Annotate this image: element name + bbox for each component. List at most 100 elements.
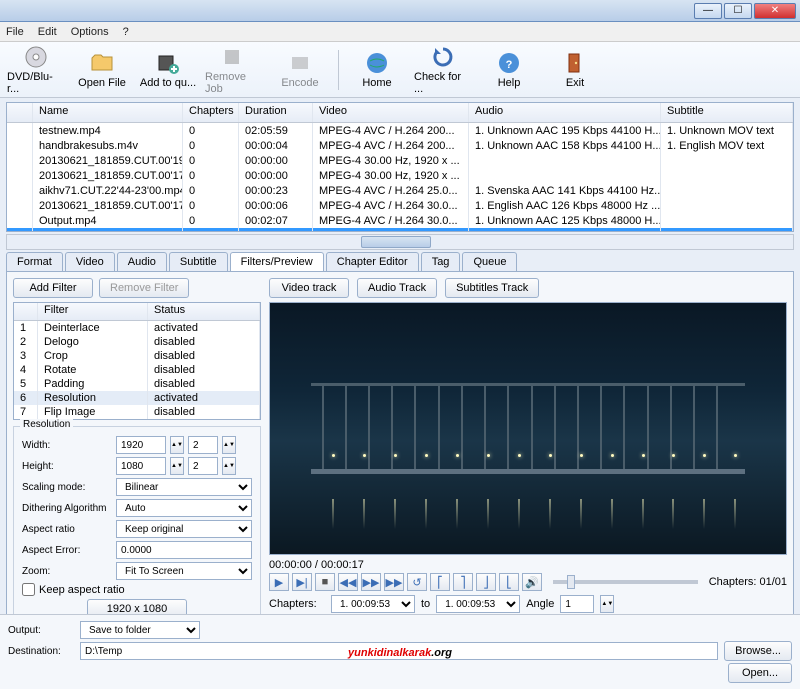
window-minimize-button[interactable]: — [694,3,722,19]
remove-label: Remove Job [205,71,263,95]
subtitles-track-button[interactable]: Subtitles Track [445,278,539,298]
col-subtitle[interactable]: Subtitle [661,103,793,122]
tab-audio[interactable]: Audio [117,252,167,271]
tab-filters-preview[interactable]: Filters/Preview [230,252,324,271]
height-input[interactable] [116,457,166,475]
height-spinner[interactable]: ▲▼ [170,457,184,475]
filter-row[interactable]: 3Cropdisabled [14,349,260,363]
disc-icon [24,45,48,69]
dvd-label: DVD/Blu-r... [7,71,65,95]
next-frame-button[interactable]: ▶| [292,573,312,591]
rewind-button[interactable]: ◀◀ [338,573,358,591]
tab-queue[interactable]: Queue [462,252,517,271]
file-list-scrollbar[interactable] [6,234,794,250]
width-spinner[interactable]: ▲▼ [170,436,184,454]
skip-back-button[interactable]: ⎦ [476,573,496,591]
col-name[interactable]: Name [33,103,183,122]
home-label: Home [362,77,391,89]
mark-out-button[interactable]: ⎤ [453,573,473,591]
exit-button[interactable]: Exit [545,46,605,94]
file-row[interactable]: videocut.mkv100:00:17MPEG-4 AVC / H.264 … [7,228,793,232]
mark-in-button[interactable]: ⎡ [430,573,450,591]
file-row[interactable]: 20130621_181859.CUT.00'19-00'2...000:00:… [7,153,793,168]
col-chapters[interactable]: Chapters [183,103,239,122]
filter-row[interactable]: 2Delogodisabled [14,335,260,349]
add-to-queue-button[interactable]: Add to qu... [138,46,198,94]
destination-label: Destination: [8,646,74,657]
file-row[interactable]: aikhv71.CUT.22'44-23'00.mp4000:00:23MPEG… [7,183,793,198]
menu-edit[interactable]: Edit [38,26,57,38]
angle-input[interactable] [560,595,594,613]
zoom-select[interactable]: Fit To Screen [116,562,252,580]
destination-input[interactable] [80,642,718,660]
audio-button[interactable]: 🔊 [522,573,542,591]
fcol-index[interactable] [14,303,38,320]
home-button[interactable]: Home [347,46,407,94]
file-row[interactable]: 20130621_181859.CUT.00'17-00'2...000:00:… [7,168,793,183]
height-step-spinner[interactable]: ▲▼ [222,457,236,475]
tab-tag[interactable]: Tag [421,252,461,271]
open-file-button[interactable]: Open File [72,46,132,94]
col-audio[interactable]: Audio [469,103,661,122]
scaling-label: Scaling mode: [22,482,112,493]
filter-row[interactable]: 7Flip Imagedisabled [14,405,260,419]
file-row[interactable]: testnew.mp4002:05:59MPEG-4 AVC / H.264 2… [7,123,793,138]
dither-select[interactable]: Auto [116,499,252,517]
col-icon[interactable] [7,103,33,122]
filter-row[interactable]: 4Rotatedisabled [14,363,260,377]
fcol-status[interactable]: Status [148,303,260,320]
col-video[interactable]: Video [313,103,469,122]
add-filter-button[interactable]: Add Filter [13,278,93,298]
play-button[interactable]: ▶ [269,573,289,591]
help-button[interactable]: ?Help [479,46,539,94]
file-row[interactable]: handbrakesubs.m4v000:00:04MPEG-4 AVC / H… [7,138,793,153]
keep-aspect-checkbox[interactable] [22,583,35,596]
height-step[interactable] [188,457,218,475]
chapter-to-label: to [421,598,430,610]
width-step[interactable] [188,436,218,454]
filters-panel: Add Filter Remove Filter Filter Status 1… [6,272,794,642]
browse-button[interactable]: Browse... [724,641,792,661]
forward-button[interactable]: ▶▶ [384,573,404,591]
fcol-filter[interactable]: Filter [38,303,148,320]
aspect-error-value [116,541,252,559]
filter-list: Filter Status 1Deinterlaceactivated2Delo… [13,302,261,420]
menu-options[interactable]: Options [71,26,109,38]
menu-help[interactable]: ? [123,26,129,38]
window-close-button[interactable]: ✕ [754,3,796,19]
chapter-from-select[interactable]: 1. 00:09:53 [331,595,415,613]
angle-spinner[interactable]: ▲▼ [600,595,614,613]
width-input[interactable] [116,436,166,454]
dvd-bluray-button[interactable]: DVD/Blu-r... [6,46,66,94]
open-button[interactable]: Open... [728,663,792,683]
filter-row[interactable]: 1Deinterlaceactivated [14,321,260,335]
audio-track-button[interactable]: Audio Track [357,278,437,298]
seek-slider[interactable] [553,580,698,584]
output-select[interactable]: Save to folder [80,621,200,639]
window-maximize-button[interactable]: ☐ [724,3,752,19]
file-row[interactable]: 20130621_181859.CUT.00'17-00'2...000:00:… [7,198,793,213]
filter-row[interactable]: 5Paddingdisabled [14,377,260,391]
chapter-to-select[interactable]: 1. 00:09:53 [436,595,520,613]
check-label: Check for ... [414,71,472,95]
scaling-select[interactable]: Bilinear [116,478,252,496]
toolbar: DVD/Blu-r... Open File Add to qu... Remo… [0,42,800,98]
aspect-select[interactable]: Keep original [116,520,252,538]
tab-video[interactable]: Video [65,252,115,271]
stop-button[interactable]: ■ [315,573,335,591]
col-duration[interactable]: Duration [239,103,313,122]
file-row[interactable]: Output.mp4000:02:07MPEG-4 AVC / H.264 30… [7,213,793,228]
history-button[interactable]: ↺ [407,573,427,591]
tab-chapter-editor[interactable]: Chapter Editor [326,252,419,271]
skip-fwd-button[interactable]: ⎣ [499,573,519,591]
tab-subtitle[interactable]: Subtitle [169,252,228,271]
filter-row[interactable]: 6Resolutionactivated [14,391,260,405]
video-track-button[interactable]: Video track [269,278,349,298]
step-back-button[interactable]: ▶▶ [361,573,381,591]
width-step-spinner[interactable]: ▲▼ [222,436,236,454]
menu-file[interactable]: File [6,26,24,38]
svg-text:?: ? [506,59,513,71]
tab-format[interactable]: Format [6,252,63,271]
globe-icon [365,51,389,75]
check-updates-button[interactable]: Check for ... [413,46,473,94]
